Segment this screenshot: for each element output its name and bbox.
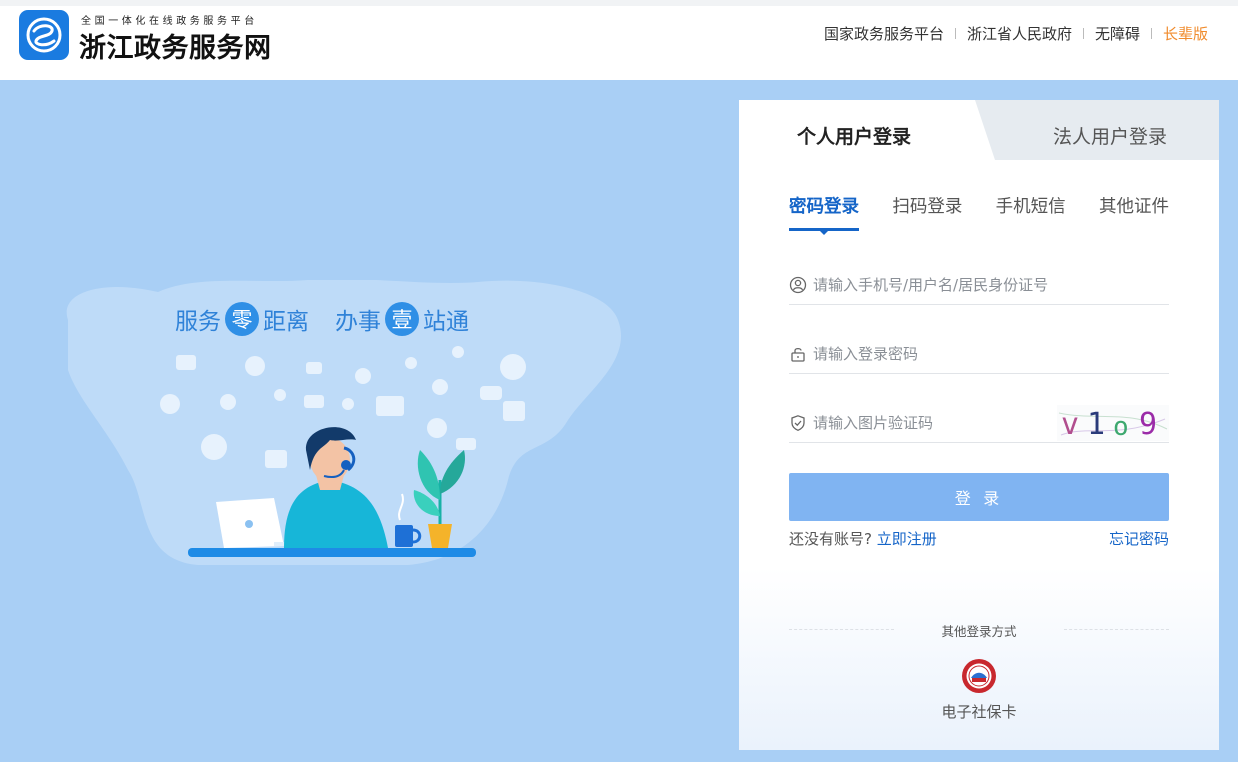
username-field[interactable]: 请输入手机号/用户名/居民身份证号: [789, 265, 1169, 305]
captcha-char: 1: [1087, 407, 1105, 441]
login-method-tabs: 密码登录 扫码登录 手机短信 其他证件: [789, 193, 1169, 235]
tab-sms-login[interactable]: 手机短信: [996, 193, 1066, 231]
captcha-char: o: [1113, 412, 1129, 441]
captcha-image[interactable]: v 1 o 9: [1057, 405, 1169, 441]
slogan-part: 站通: [423, 309, 469, 335]
register-row: 还没有账号? 立即注册 忘记密码: [789, 528, 1169, 549]
top-nav: 国家政务服务平台 浙江省人民政府 无障碍 长辈版: [824, 23, 1208, 44]
slogan-circle: 零: [225, 302, 259, 336]
nav-elder-version[interactable]: 长辈版: [1163, 23, 1208, 44]
other-login-title: 其他登录方式: [789, 621, 1169, 640]
tab-corporate-login[interactable]: 法人用户登录: [1053, 122, 1167, 149]
logo-title[interactable]: 浙江政务服务网: [79, 26, 272, 65]
social-security-card-label[interactable]: 电子社保卡: [929, 701, 1029, 722]
password-placeholder: 请输入登录密码: [813, 345, 919, 363]
captcha-char: 9: [1139, 407, 1157, 441]
nav-accessibility[interactable]: 无障碍: [1095, 23, 1140, 44]
slogan-part: 距离: [263, 309, 309, 335]
tab-password-login[interactable]: 密码登录: [789, 193, 859, 235]
banner-slogan: 服务 零 距离 办事 壹 站通: [175, 302, 469, 336]
user-icon: [789, 276, 807, 294]
username-placeholder: 请输入手机号/用户名/居民身份证号: [813, 276, 1049, 294]
captcha-placeholder: 请输入图片验证码: [813, 414, 934, 432]
nav-zhejiang-government[interactable]: 浙江省人民政府: [967, 23, 1072, 44]
password-field[interactable]: 请输入登录密码: [789, 334, 1169, 374]
tab-other-id-login[interactable]: 其他证件: [1099, 193, 1169, 231]
nav-divider: [954, 28, 956, 39]
login-submit-button[interactable]: 登 录: [789, 473, 1169, 521]
shield-icon: [789, 414, 807, 432]
logo-subtitle: 全国一体化在线政务服务平台: [81, 16, 258, 27]
register-link[interactable]: 立即注册: [877, 530, 937, 548]
social-security-card-icon[interactable]: [961, 658, 997, 694]
slogan-part: 服务: [175, 309, 221, 335]
captcha-char: v: [1061, 407, 1079, 441]
nav-national-platform[interactable]: 国家政务服务平台: [824, 23, 944, 44]
tab-qrcode-login[interactable]: 扫码登录: [892, 193, 962, 231]
site-header: 全国一体化在线政务服务平台 浙江政务服务网 国家政务服务平台 浙江省人民政府 无…: [0, 0, 1238, 80]
captcha-field[interactable]: 请输入图片验证码 v 1 o 9: [789, 403, 1169, 443]
tab-personal-login[interactable]: 个人用户登录: [797, 122, 911, 149]
login-panel: 个人用户登录 法人用户登录 密码登录 扫码登录 手机短信 其他证件 请输入手机号…: [739, 100, 1219, 750]
slogan-part: 办事: [335, 309, 381, 335]
slogan-circle: 壹: [385, 302, 419, 336]
nav-divider: [1082, 28, 1084, 39]
lock-icon: [789, 345, 807, 363]
site-logo-icon[interactable]: [19, 10, 69, 60]
nav-divider: [1150, 28, 1152, 39]
forgot-password-link[interactable]: 忘记密码: [1109, 528, 1169, 549]
no-account-text: 还没有账号?: [789, 530, 872, 548]
